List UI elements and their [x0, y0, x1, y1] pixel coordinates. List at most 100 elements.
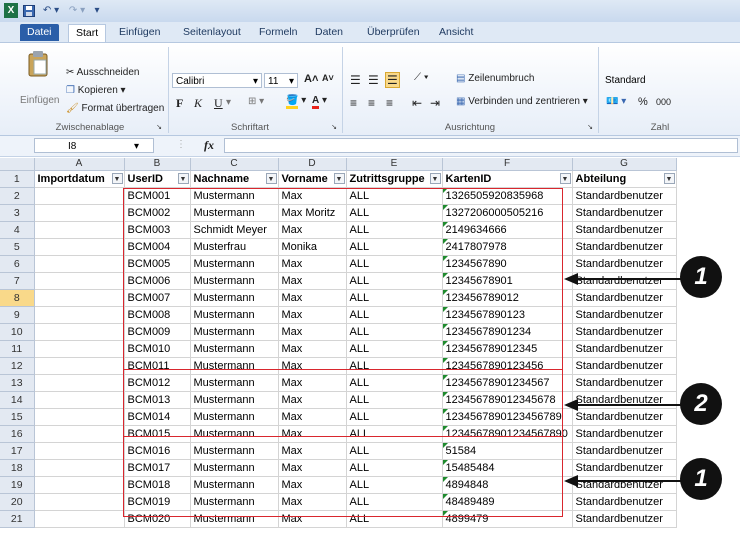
- row-header[interactable]: 1: [0, 170, 35, 188]
- header-cell[interactable]: Zutrittsgruppe ▼: [346, 170, 443, 188]
- table-cell[interactable]: BCM009: [124, 323, 191, 341]
- table-cell[interactable]: Standardbenutzer: [572, 374, 677, 392]
- filter-dropdown-icon[interactable]: ▼: [111, 173, 123, 184]
- column-header-f[interactable]: F: [442, 158, 573, 171]
- table-cell[interactable]: ALL: [346, 306, 443, 324]
- table-cell[interactable]: [34, 357, 125, 375]
- table-cell[interactable]: Max: [278, 306, 347, 324]
- table-cell[interactable]: BCM008: [124, 306, 191, 324]
- select-all-corner[interactable]: [0, 158, 35, 171]
- font-color-button[interactable]: A ▾: [312, 95, 327, 109]
- table-cell[interactable]: Max: [278, 391, 347, 409]
- table-cell[interactable]: Max Moritz: [278, 204, 347, 222]
- table-cell[interactable]: Standardbenutzer: [572, 442, 677, 460]
- font-name-combo[interactable]: Calibri ▾: [172, 73, 262, 88]
- table-cell[interactable]: [34, 374, 125, 392]
- table-cell[interactable]: ALL: [346, 442, 443, 460]
- header-cell[interactable]: UserID ▼: [124, 170, 191, 188]
- table-cell[interactable]: BCM003: [124, 221, 191, 239]
- table-cell[interactable]: Standardbenutzer: [572, 238, 677, 256]
- table-cell[interactable]: [34, 306, 125, 324]
- tab-start[interactable]: Start: [68, 24, 107, 42]
- table-cell[interactable]: [34, 391, 125, 409]
- tab-datei[interactable]: Datei: [20, 24, 59, 41]
- align-left-icon[interactable]: ≡: [350, 96, 357, 110]
- row-header[interactable]: 18: [0, 459, 35, 477]
- paste-icon[interactable]: [26, 49, 50, 79]
- table-cell[interactable]: Max: [278, 442, 347, 460]
- table-cell[interactable]: Mustermann: [190, 289, 279, 307]
- table-cell[interactable]: Mustermann: [190, 408, 279, 426]
- table-cell[interactable]: 123456789012: [442, 289, 573, 307]
- table-cell[interactable]: Mustermann: [190, 306, 279, 324]
- table-cell[interactable]: BCM012: [124, 374, 191, 392]
- table-cell[interactable]: Max: [278, 357, 347, 375]
- table-cell[interactable]: 123456789012345678: [442, 391, 573, 409]
- table-cell[interactable]: Standardbenutzer: [572, 357, 677, 375]
- table-cell[interactable]: Monika: [278, 238, 347, 256]
- table-cell[interactable]: BCM013: [124, 391, 191, 409]
- align-middle-icon[interactable]: ☰: [368, 73, 379, 87]
- table-cell[interactable]: [34, 510, 125, 528]
- formula-input[interactable]: [224, 138, 738, 153]
- row-header[interactable]: 10: [0, 323, 35, 341]
- table-cell[interactable]: BCM019: [124, 493, 191, 511]
- table-cell[interactable]: Max: [278, 425, 347, 443]
- table-cell[interactable]: BCM001: [124, 187, 191, 205]
- table-cell[interactable]: ALL: [346, 272, 443, 290]
- table-cell[interactable]: Mustermann: [190, 510, 279, 528]
- name-box[interactable]: I8 ▾: [34, 138, 154, 153]
- table-cell[interactable]: Mustermann: [190, 323, 279, 341]
- dialog-launcher-icon[interactable]: ↘: [155, 123, 163, 131]
- table-cell[interactable]: ALL: [346, 357, 443, 375]
- header-cell[interactable]: Vorname ▼: [278, 170, 347, 188]
- table-cell[interactable]: 1234567890123456: [442, 357, 573, 375]
- table-cell[interactable]: Standardbenutzer: [572, 493, 677, 511]
- row-header[interactable]: 8: [0, 289, 35, 307]
- table-cell[interactable]: Max: [278, 221, 347, 239]
- table-cell[interactable]: ALL: [346, 510, 443, 528]
- fx-icon[interactable]: fx: [204, 138, 214, 153]
- row-header[interactable]: 3: [0, 204, 35, 222]
- save-icon[interactable]: [22, 3, 36, 18]
- table-cell[interactable]: ALL: [346, 340, 443, 358]
- align-bottom-icon[interactable]: ☰: [385, 72, 400, 88]
- table-cell[interactable]: ALL: [346, 391, 443, 409]
- align-center-icon[interactable]: ≡: [368, 96, 375, 110]
- column-header-d[interactable]: D: [278, 158, 347, 171]
- header-cell[interactable]: KartenID ▼: [442, 170, 573, 188]
- tab-ueberpruefen[interactable]: Überprüfen: [360, 24, 427, 41]
- table-cell[interactable]: Standardbenutzer: [572, 408, 677, 426]
- align-top-icon[interactable]: ☰: [350, 73, 361, 87]
- table-cell[interactable]: Mustermann: [190, 425, 279, 443]
- bold-button[interactable]: F: [176, 96, 183, 111]
- tab-einfuegen[interactable]: Einfügen: [112, 24, 167, 41]
- wrap-text-button[interactable]: ▤ Zeilenumbruch: [456, 73, 534, 84]
- italic-button[interactable]: K: [194, 96, 202, 111]
- table-cell[interactable]: 1234567890123: [442, 306, 573, 324]
- table-cell[interactable]: ALL: [346, 476, 443, 494]
- table-cell[interactable]: BCM020: [124, 510, 191, 528]
- row-header[interactable]: 5: [0, 238, 35, 256]
- table-cell[interactable]: 12345678901234: [442, 323, 573, 341]
- dialog-launcher-icon[interactable]: ↘: [330, 123, 338, 131]
- currency-icon[interactable]: 💶 ▾: [606, 96, 626, 107]
- column-header-c[interactable]: C: [190, 158, 279, 171]
- table-cell[interactable]: Standardbenutzer: [572, 306, 677, 324]
- percent-button[interactable]: %: [638, 96, 648, 108]
- number-format-combo[interactable]: Standard: [602, 73, 738, 88]
- table-cell[interactable]: Mustermann: [190, 357, 279, 375]
- table-cell[interactable]: 1327206000505216: [442, 204, 573, 222]
- tab-seitenlayout[interactable]: Seitenlayout: [176, 24, 248, 41]
- table-cell[interactable]: Standardbenutzer: [572, 187, 677, 205]
- row-header[interactable]: 11: [0, 340, 35, 358]
- table-cell[interactable]: 12345678901: [442, 272, 573, 290]
- fill-color-button[interactable]: 🪣 ▾: [286, 95, 306, 109]
- table-cell[interactable]: [34, 493, 125, 511]
- column-header-b[interactable]: B: [124, 158, 191, 171]
- row-header[interactable]: 16: [0, 425, 35, 443]
- table-cell[interactable]: Mustermann: [190, 204, 279, 222]
- row-header[interactable]: 14: [0, 391, 35, 409]
- merge-center-button[interactable]: ▦ Verbinden und zentrieren ▾: [456, 96, 588, 107]
- table-cell[interactable]: Max: [278, 272, 347, 290]
